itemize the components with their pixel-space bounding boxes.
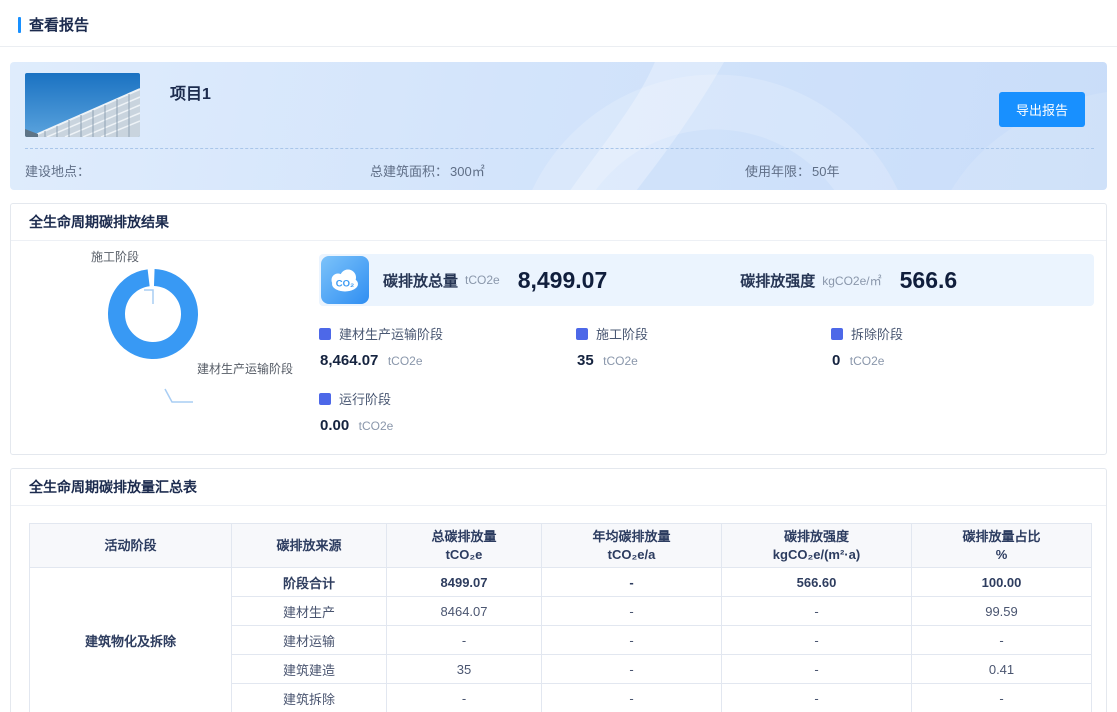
export-report-button[interactable]: 导出报告 xyxy=(999,92,1085,127)
cell-annual: - xyxy=(542,568,722,597)
group-cell: 建筑物化及拆除 xyxy=(30,568,232,712)
banner-divider xyxy=(25,148,1094,149)
stage-operation-unit: tCO2e xyxy=(359,419,394,433)
stage-material-value: 8,464.07 xyxy=(320,352,378,369)
total-emission-label: 碳排放总量 xyxy=(383,270,458,291)
cell-total: 35 xyxy=(387,655,542,684)
lifecycle-result-section: 全生命周期碳排放结果 施工阶段 建材生产运输阶段 xyxy=(10,203,1107,455)
cell-ratio: 99.59 xyxy=(912,597,1092,626)
cell-intensity: - xyxy=(722,597,912,626)
stage-material-unit: tCO2e xyxy=(388,354,423,368)
intensity-value: 566.6 xyxy=(900,267,958,294)
cell-annual: - xyxy=(542,626,722,655)
cell-source: 建材运输 xyxy=(232,626,387,655)
field-service-life-value: 50年 xyxy=(812,164,839,179)
stage-demolition: 拆除阶段 0 tCO2e xyxy=(831,324,1076,370)
cell-ratio: - xyxy=(912,684,1092,712)
legend-marker xyxy=(831,328,843,340)
report-page: 查看报告 xyxy=(0,0,1117,712)
cell-annual: - xyxy=(542,655,722,684)
col-activity-stage: 活动阶段 xyxy=(30,524,232,568)
col-emission-intensity: 碳排放强度kgCO₂e/(m²·a) xyxy=(722,524,912,568)
kpi-strip: CO₂ 碳排放总量 tCO2e 8,499.07 碳排放强度 kgCO2e/㎡ … xyxy=(319,254,1094,306)
stage-construction-unit: tCO2e xyxy=(603,354,638,368)
cell-total: 8464.07 xyxy=(387,597,542,626)
co2-icon-text: CO₂ xyxy=(336,279,354,290)
cell-total: - xyxy=(387,626,542,655)
field-location: 建设地点： xyxy=(25,161,92,180)
col-emission-source: 碳排放来源 xyxy=(232,524,387,568)
field-area: 总建筑面积：300㎡ xyxy=(370,161,485,180)
stage-material-label: 建材生产运输阶段 xyxy=(339,324,443,343)
page-title-text: 查看报告 xyxy=(29,14,89,35)
stage-construction-label: 施工阶段 xyxy=(596,324,648,343)
cell-intensity: - xyxy=(722,684,912,712)
page-title: 查看报告 xyxy=(18,14,89,35)
title-accent-bar xyxy=(18,17,21,33)
cell-intensity: 566.60 xyxy=(722,568,912,597)
cell-total: - xyxy=(387,684,542,712)
page-header: 查看报告 xyxy=(0,0,1117,47)
table-header-row: 活动阶段 碳排放来源 总碳排放量tCO₂e 年均碳排放量tCO₂e/a 碳排放强… xyxy=(30,524,1092,568)
donut-callout-material: 建材生产运输阶段 xyxy=(197,360,293,377)
summary-table-section: 全生命周期碳排放量汇总表 活动阶段 碳排放来源 总碳排放量tCO₂e 年均碳排放… xyxy=(10,468,1107,712)
cell-ratio: 0.41 xyxy=(912,655,1092,684)
stage-construction: 施工阶段 35 tCO2e xyxy=(576,324,821,370)
field-service-life: 使用年限：50年 xyxy=(745,161,839,180)
stage-demolition-value: 0 xyxy=(832,352,840,369)
cell-total: 8499.07 xyxy=(387,568,542,597)
legend-marker xyxy=(319,328,331,340)
summary-table-title: 全生命周期碳排放量汇总表 xyxy=(11,469,1106,506)
legend-marker xyxy=(319,393,331,405)
emission-donut-chart xyxy=(103,264,203,364)
field-service-life-label: 使用年限： xyxy=(745,164,810,179)
cell-source: 阶段合计 xyxy=(232,568,387,597)
field-area-value: 300㎡ xyxy=(450,164,485,179)
project-info-row: 建设地点： 总建筑面积：300㎡ 使用年限：50年 xyxy=(10,161,1107,185)
legend-marker xyxy=(576,328,588,340)
stage-operation-label: 运行阶段 xyxy=(339,389,391,408)
cell-intensity: - xyxy=(722,626,912,655)
table-row: 建筑物化及拆除 阶段合计 8499.07 - 566.60 100.00 xyxy=(30,568,1092,597)
intensity-label: 碳排放强度 xyxy=(740,270,815,291)
cell-annual: - xyxy=(542,597,722,626)
field-area-label: 总建筑面积： xyxy=(370,164,448,179)
emission-summary-table: 活动阶段 碳排放来源 总碳排放量tCO₂e 年均碳排放量tCO₂e/a 碳排放强… xyxy=(29,523,1092,712)
intensity-unit: kgCO2e/㎡ xyxy=(822,272,881,289)
field-location-label: 建设地点： xyxy=(25,164,90,179)
cell-intensity: - xyxy=(722,655,912,684)
stage-material: 建材生产运输阶段 8,464.07 tCO2e xyxy=(319,324,564,370)
cell-ratio: 100.00 xyxy=(912,568,1092,597)
cell-annual: - xyxy=(542,684,722,712)
total-emission-value: 8,499.07 xyxy=(518,267,608,294)
col-emission-ratio: 碳排放量占比% xyxy=(912,524,1092,568)
cell-source: 建筑拆除 xyxy=(232,684,387,712)
total-emission-unit: tCO2e xyxy=(465,273,500,287)
cell-source: 建材生产 xyxy=(232,597,387,626)
co2-cloud-icon: CO₂ xyxy=(321,256,369,304)
stage-demolition-unit: tCO2e xyxy=(850,354,885,368)
project-thumbnail xyxy=(25,73,140,137)
col-annual-emission: 年均碳排放量tCO₂e/a xyxy=(542,524,722,568)
stage-operation-value: 0.00 xyxy=(320,417,349,434)
cell-ratio: - xyxy=(912,626,1092,655)
lifecycle-result-title: 全生命周期碳排放结果 xyxy=(11,204,1106,241)
donut-callout-construction: 施工阶段 xyxy=(91,248,139,265)
stage-operation: 运行阶段 0.00 tCO2e xyxy=(319,389,564,435)
project-name: 项目1 xyxy=(170,80,211,104)
project-banner: 项目1 导出报告 建设地点： 总建筑面积：300㎡ 使用年限：50年 xyxy=(10,62,1107,190)
building-image xyxy=(25,73,140,137)
stage-demolition-label: 拆除阶段 xyxy=(851,324,903,343)
stage-construction-value: 35 xyxy=(577,352,594,369)
col-total-emission: 总碳排放量tCO₂e xyxy=(387,524,542,568)
cell-source: 建筑建造 xyxy=(232,655,387,684)
